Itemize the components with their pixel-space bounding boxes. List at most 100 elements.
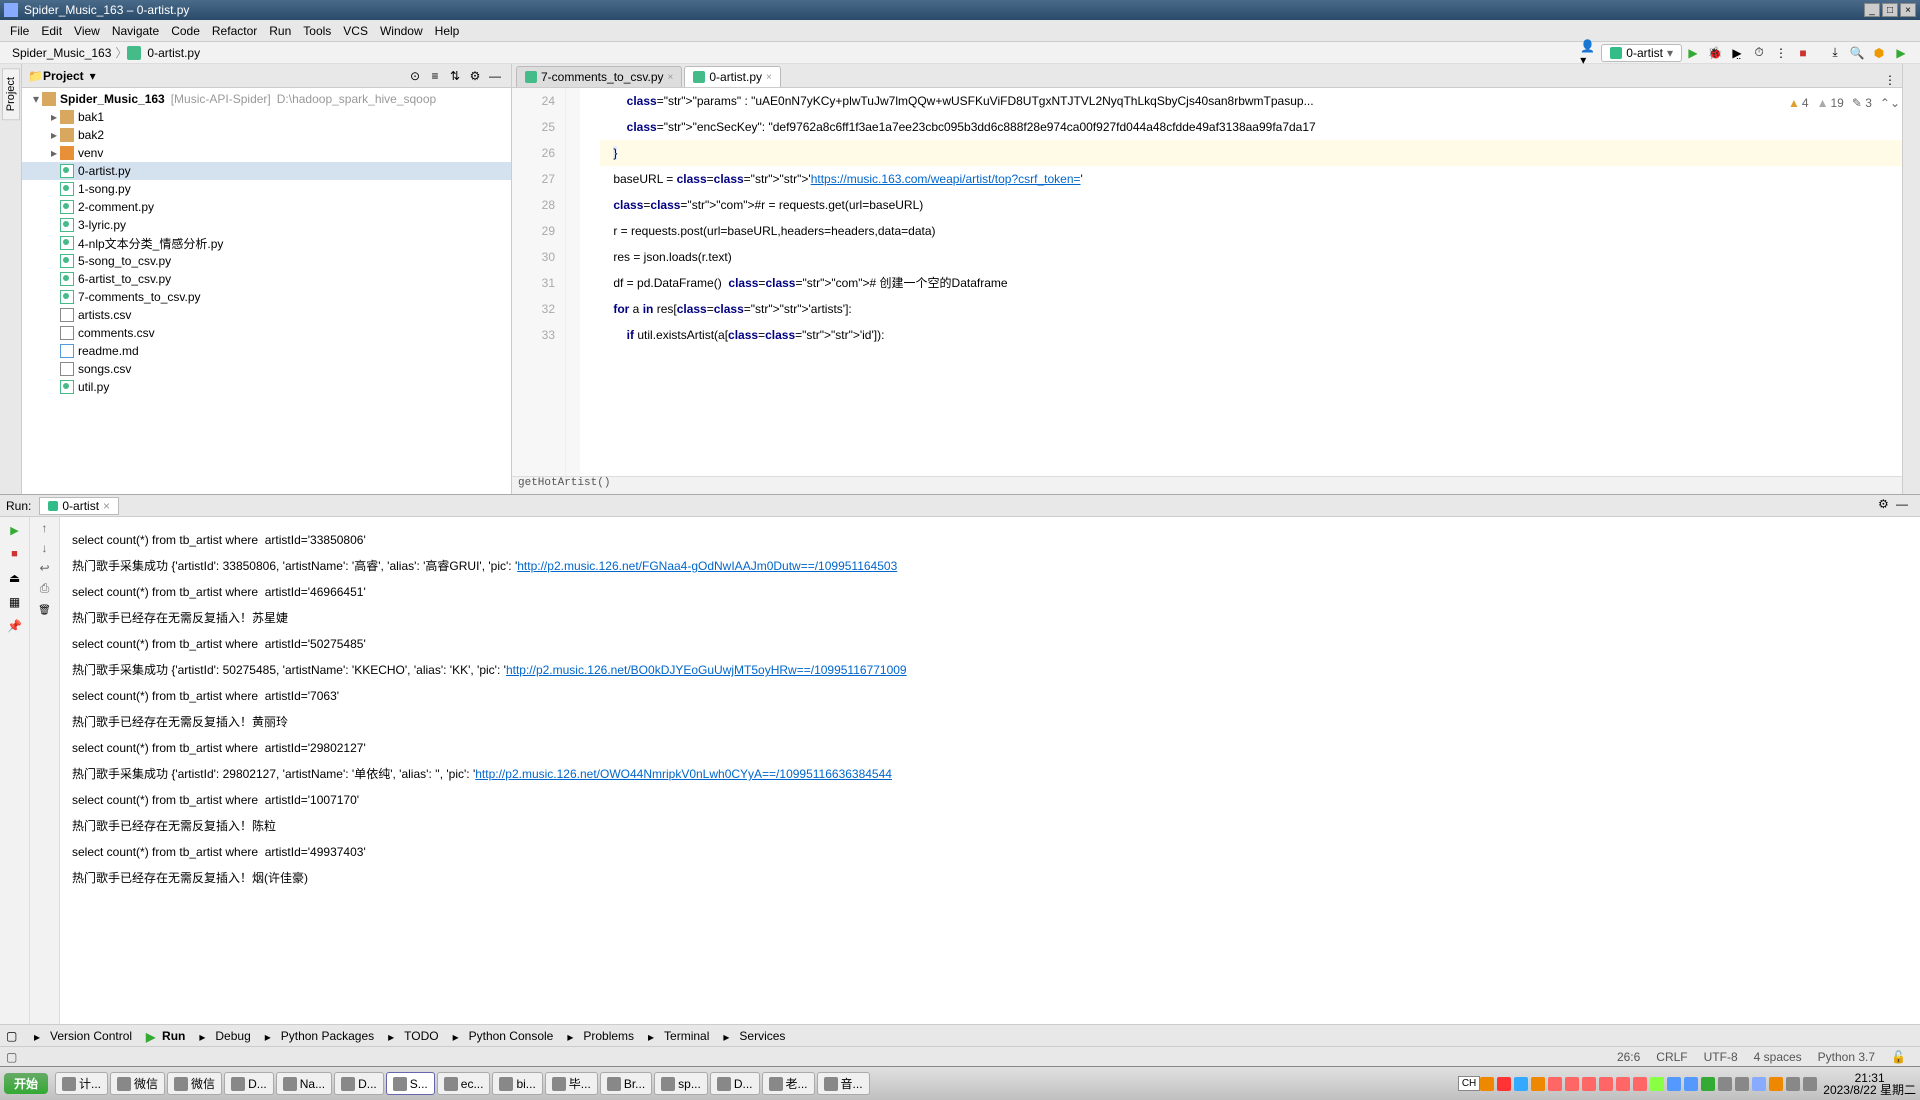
file-encoding[interactable]: UTF-8 [1704,1050,1738,1064]
taskbar-app[interactable]: 毕... [545,1072,598,1095]
menu-item-window[interactable]: Window [374,24,429,38]
menu-item-refactor[interactable]: Refactor [206,24,263,38]
taskbar-app[interactable]: bi... [492,1072,542,1095]
menu-item-edit[interactable]: Edit [35,24,68,38]
tray-icon[interactable] [1514,1077,1528,1091]
tree-item[interactable]: 1-song.py [22,180,511,198]
hide-panel-button[interactable]: — [486,67,504,85]
line-separator[interactable]: CRLF [1656,1050,1687,1064]
tree-item[interactable]: readme.md [22,342,511,360]
bottom-tab-run[interactable]: ▶Run [146,1029,185,1043]
console-output[interactable]: select count(*) from tb_artist where art… [60,517,1920,1024]
tree-item[interactable]: 4-nlp文本分类_情感分析.py [22,234,511,252]
read-lock-icon[interactable]: 🔓 [1891,1050,1906,1064]
tray-icon[interactable] [1718,1077,1732,1091]
expand-arrow-icon[interactable]: ▸ [48,110,60,124]
taskbar-app[interactable]: 微信 [110,1072,165,1095]
tree-item[interactable]: 0-artist.py [22,162,511,180]
editor-tab[interactable]: 0-artist.py× [684,66,781,87]
bottom-tab-python-console[interactable]: ▸Python Console [453,1029,554,1043]
breadcrumb-file[interactable]: 0-artist.py [143,46,204,60]
tree-item[interactable]: ▸venv [22,144,511,162]
tree-item[interactable]: ▸bak1 [22,108,511,126]
inspection-chevron-icon[interactable]: ⌃⌄ [1880,90,1900,116]
run-config-selector[interactable]: 0-artist ▾ [1601,44,1682,62]
print-button[interactable] [40,581,50,596]
expand-arrow-icon[interactable]: ▸ [48,128,60,142]
taskbar-app[interactable]: 老... [762,1072,815,1095]
tray-icon[interactable] [1531,1077,1545,1091]
taskbar-clock[interactable]: 21:31 2023/8/22 星期二 [1823,1072,1916,1096]
bottom-tab-python-packages[interactable]: ▸Python Packages [265,1029,374,1043]
taskbar-app[interactable]: 微信 [167,1072,222,1095]
tree-item[interactable]: comments.csv [22,324,511,342]
tray-icon[interactable] [1565,1077,1579,1091]
hide-run-panel-button[interactable]: — [1896,497,1914,515]
python-interpreter[interactable]: Python 3.7 [1818,1050,1875,1064]
close-tab-icon[interactable]: × [766,72,772,83]
bottom-tab-terminal[interactable]: ▸Terminal [648,1029,709,1043]
taskbar-app[interactable]: Br... [600,1072,652,1095]
tray-icon[interactable] [1616,1077,1630,1091]
menu-item-vcs[interactable]: VCS [337,24,374,38]
exit-button[interactable]: ⏏ [6,569,24,587]
maximize-button[interactable]: □ [1882,3,1898,17]
tray-icon[interactable] [1650,1077,1664,1091]
tray-icon[interactable] [1701,1077,1715,1091]
tree-item[interactable]: 7-comments_to_csv.py [22,288,511,306]
bottom-tab-version-control[interactable]: ▸Version Control [34,1029,132,1043]
debug-button[interactable]: 🐞 [1705,43,1725,63]
run-settings-button[interactable]: ⚙ [1878,497,1896,515]
rerun-button[interactable] [6,521,24,539]
fold-gutter[interactable] [566,88,580,476]
tray-icon[interactable] [1735,1077,1749,1091]
tree-item[interactable]: songs.csv [22,360,511,378]
expand-all-button[interactable]: ≡ [426,67,444,85]
tree-item[interactable]: 5-song_to_csv.py [22,252,511,270]
taskbar-app[interactable]: Na... [276,1072,332,1095]
profile-button[interactable]: ⏱ [1749,43,1769,63]
tray-icon[interactable] [1548,1077,1562,1091]
system-tray[interactable] [1480,1077,1817,1091]
menu-item-view[interactable]: View [68,24,106,38]
more-run-button[interactable]: ⋮ [1771,43,1791,63]
taskbar-app[interactable]: ec... [437,1072,491,1095]
scroll-down-button[interactable] [42,541,48,555]
taskbar-app[interactable]: 音... [817,1072,870,1095]
taskbar-app[interactable]: sp... [654,1072,708,1095]
tray-icon[interactable] [1803,1077,1817,1091]
tree-item[interactable]: ▸bak2 [22,126,511,144]
menu-item-navigate[interactable]: Navigate [106,24,165,38]
tray-icon[interactable] [1786,1077,1800,1091]
bottom-tab-services[interactable]: ▸Services [723,1029,785,1043]
tray-icon[interactable] [1582,1077,1596,1091]
tray-icon[interactable] [1769,1077,1783,1091]
tree-item[interactable]: artists.csv [22,306,511,324]
bottom-tab-todo[interactable]: ▸TODO [388,1029,438,1043]
menu-item-run[interactable]: Run [263,24,297,38]
close-button[interactable]: × [1900,3,1916,17]
tray-icon[interactable] [1684,1077,1698,1091]
tray-icon[interactable] [1633,1077,1647,1091]
taskbar-app[interactable]: D... [224,1072,274,1095]
tree-item[interactable]: 6-artist_to_csv.py [22,270,511,288]
menu-item-tools[interactable]: Tools [297,24,337,38]
dropdown-arrow-icon[interactable]: ▾ [90,69,96,83]
project-tree[interactable]: ▾ Spider_Music_163 [Music-API-Spider] D:… [22,88,511,494]
taskbar-app[interactable]: D... [334,1072,384,1095]
stop-process-button[interactable] [6,545,24,563]
tree-item[interactable]: 2-comment.py [22,198,511,216]
close-tab-icon[interactable]: × [668,72,674,83]
tree-item[interactable]: 3-lyric.py [22,216,511,234]
taskbar-app[interactable]: S... [386,1072,435,1095]
menu-item-file[interactable]: File [4,24,35,38]
soft-wrap-button[interactable] [39,561,49,575]
editor-breadcrumb[interactable]: getHotArtist() [512,476,1902,494]
collapse-all-button[interactable]: ⇅ [446,67,464,85]
ime-indicator[interactable]: CH [1458,1076,1480,1091]
coverage-button[interactable]: ▶̤ [1727,43,1747,63]
ide-help-button[interactable]: ▶ [1891,43,1911,63]
scroll-up-button[interactable] [42,521,48,535]
taskbar-app[interactable]: D... [710,1072,760,1095]
editor-tab[interactable]: 7-comments_to_csv.py× [516,66,682,87]
